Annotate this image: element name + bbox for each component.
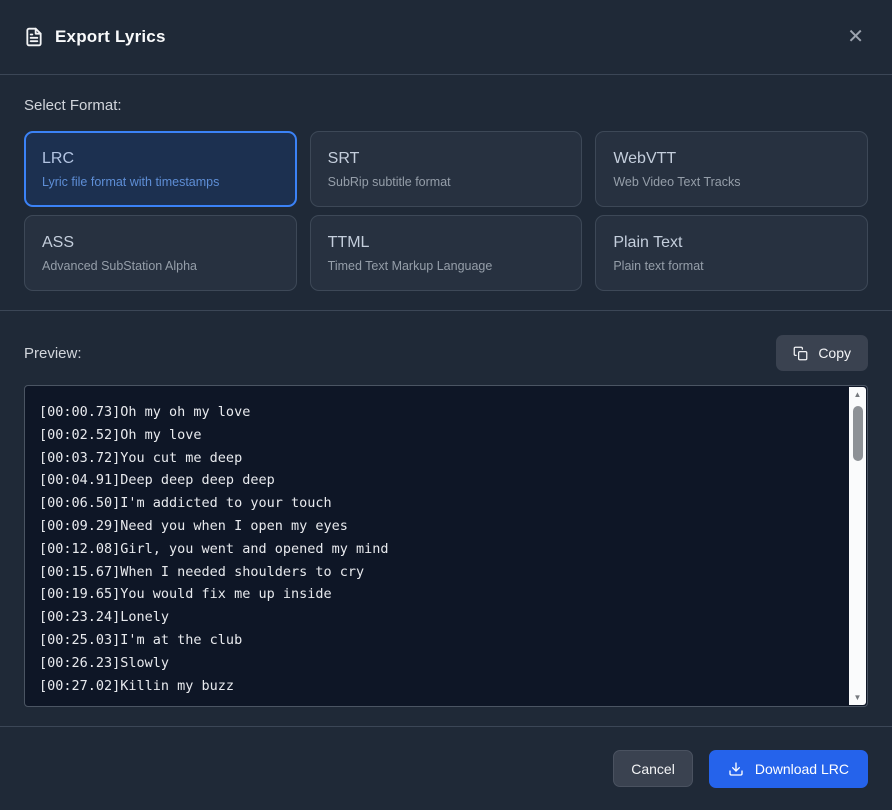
format-description: Timed Text Markup Language [328,259,565,273]
lyrics-preview-text[interactable]: [00:00.73]Oh my oh my love [00:02.52]Oh … [25,386,867,706]
dialog-title: Export Lyrics [55,27,166,47]
scroll-down-arrow-icon[interactable]: ▼ [849,690,866,705]
select-format-label: Select Format: [24,97,868,114]
format-name: WebVTT [613,150,850,168]
format-name: Plain Text [613,234,850,252]
format-card-ass[interactable]: ASS Advanced SubStation Alpha [24,215,297,291]
lyrics-preview-box[interactable]: [00:00.73]Oh my oh my love [00:02.52]Oh … [24,385,868,707]
format-card-plain-text[interactable]: Plain Text Plain text format [595,215,868,291]
copy-icon [793,346,808,361]
download-lrc-button[interactable]: Download LRC [709,750,868,788]
preview-scrollbar[interactable]: ▲ ▼ [849,387,866,705]
scroll-up-arrow-icon[interactable]: ▲ [849,387,866,402]
dialog-footer: Cancel Download LRC [0,726,892,810]
dialog-header: Export Lyrics ✕ [0,0,892,75]
format-description: SubRip subtitle format [328,175,565,189]
format-name: LRC [42,150,279,168]
copy-button[interactable]: Copy [776,335,868,371]
format-name: TTML [328,234,565,252]
format-description: Web Video Text Tracks [613,175,850,189]
copy-button-label: Copy [818,345,851,361]
download-icon [728,761,744,777]
format-description: Plain text format [613,259,850,273]
format-grid: LRC Lyric file format with timestamps SR… [24,131,868,291]
format-card-webvtt[interactable]: WebVTT Web Video Text Tracks [595,131,868,207]
scrollbar-thumb[interactable] [853,406,863,461]
format-name: SRT [328,150,565,168]
file-text-icon [24,27,44,47]
preview-header: Preview: Copy [24,335,868,371]
format-description: Lyric file format with timestamps [42,175,279,189]
preview-label: Preview: [24,345,82,362]
download-button-label: Download LRC [755,761,849,777]
dialog-title-group: Export Lyrics [24,27,166,47]
format-card-ttml[interactable]: TTML Timed Text Markup Language [310,215,583,291]
cancel-button[interactable]: Cancel [613,750,693,787]
format-card-lrc[interactable]: LRC Lyric file format with timestamps [24,131,297,207]
close-button[interactable]: ✕ [843,23,868,51]
format-name: ASS [42,234,279,252]
format-description: Advanced SubStation Alpha [42,259,279,273]
preview-section: Preview: Copy [00:00.73]Oh my oh my love… [0,310,892,726]
format-section: Select Format: LRC Lyric file format wit… [0,75,892,310]
format-card-srt[interactable]: SRT SubRip subtitle format [310,131,583,207]
export-lyrics-dialog: Export Lyrics ✕ Select Format: LRC Lyric… [0,0,892,810]
